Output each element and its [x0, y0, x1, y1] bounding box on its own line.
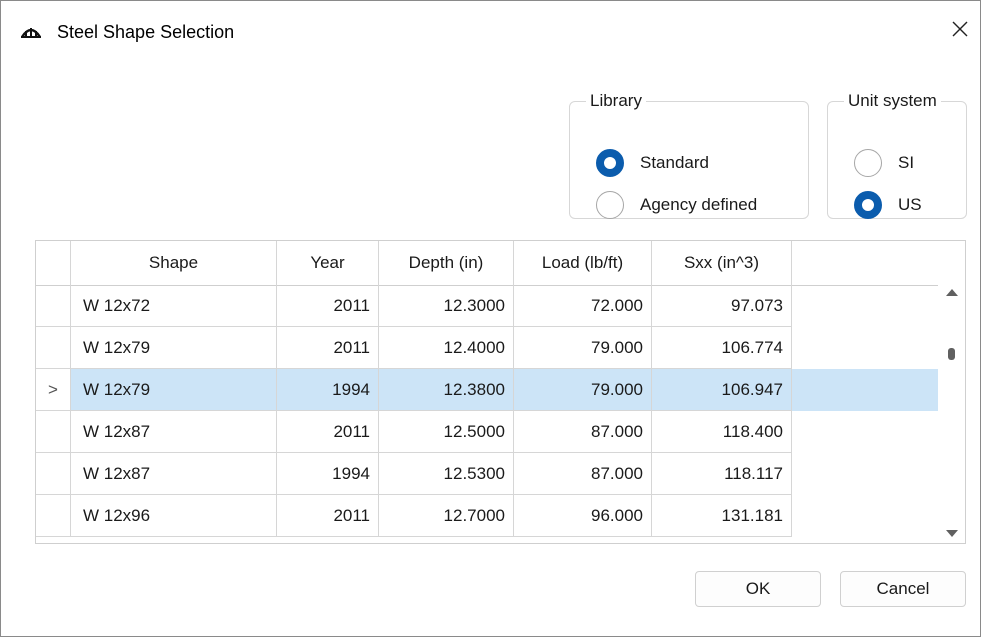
unit-si-option[interactable]: SI [854, 149, 914, 177]
shape-cell[interactable]: W 12x79 [71, 369, 277, 411]
load-cell[interactable]: 72.000 [514, 285, 652, 327]
row-indicator [36, 411, 71, 453]
table-header: Shape Year Depth (in) Load (lb/ft) Sxx (… [36, 241, 965, 286]
library-legend: Library [590, 91, 642, 110]
si-radio[interactable] [854, 149, 882, 177]
table-row[interactable]: W 12x79 2011 12.4000 79.000 106.774 [36, 327, 938, 369]
bridge-icon [20, 23, 42, 39]
year-cell[interactable]: 2011 [277, 495, 379, 537]
header-filler [792, 241, 965, 285]
year-cell[interactable]: 2011 [277, 285, 379, 327]
load-cell[interactable]: 87.000 [514, 411, 652, 453]
scroll-down-arrow-icon[interactable] [946, 530, 958, 537]
row-indicator [36, 327, 71, 369]
scroll-thumb[interactable] [948, 348, 955, 360]
row-filler [792, 411, 938, 453]
table-row[interactable]: W 12x96 2011 12.7000 96.000 131.181 [36, 495, 938, 537]
shape-cell[interactable]: W 12x96 [71, 495, 277, 537]
standard-radio[interactable] [596, 149, 624, 177]
row-filler [792, 453, 938, 495]
us-radio[interactable] [854, 191, 882, 219]
shape-cell[interactable]: W 12x72 [71, 285, 277, 327]
year-cell[interactable]: 1994 [277, 369, 379, 411]
si-label: SI [898, 153, 915, 172]
column-header-sxx[interactable]: Sxx (in^3) [652, 241, 792, 285]
unit-system-legend: Unit system [848, 91, 937, 110]
load-cell[interactable]: 79.000 [514, 369, 652, 411]
vertical-scrollbar[interactable] [938, 285, 965, 543]
cancel-button[interactable]: Cancel [840, 571, 966, 607]
table-row[interactable]: W 12x72 2011 12.3000 72.000 97.073 [36, 285, 938, 327]
load-cell[interactable]: 96.000 [514, 495, 652, 537]
table-row[interactable]: W 12x87 2011 12.5000 87.000 118.400 [36, 411, 938, 453]
steel-shape-selection-dialog: Steel Shape Selection Library Standard A… [0, 0, 981, 637]
row-filler [792, 369, 938, 411]
shape-cell[interactable]: W 12x87 [71, 453, 277, 495]
row-indicator [36, 285, 71, 327]
sxx-cell[interactable]: 118.117 [652, 453, 792, 495]
depth-cell[interactable]: 12.3000 [379, 285, 514, 327]
row-indicator [36, 453, 71, 495]
load-cell[interactable]: 79.000 [514, 327, 652, 369]
column-header-load[interactable]: Load (lb/ft) [514, 241, 652, 285]
sxx-cell[interactable]: 106.947 [652, 369, 792, 411]
library-agency-option[interactable]: Agency defined [596, 191, 757, 219]
sxx-cell[interactable]: 106.774 [652, 327, 792, 369]
close-icon [952, 21, 968, 42]
unit-system-group: Unit system SI US [827, 91, 967, 219]
row-filler [792, 285, 938, 327]
table-row-selected[interactable]: > W 12x79 1994 12.3800 79.000 106.947 [36, 369, 938, 411]
depth-cell[interactable]: 12.5300 [379, 453, 514, 495]
column-header-depth[interactable]: Depth (in) [379, 241, 514, 285]
shape-cell[interactable]: W 12x87 [71, 411, 277, 453]
standard-label: Standard [640, 153, 709, 172]
scroll-up-arrow-icon[interactable] [946, 289, 958, 296]
ok-button[interactable]: OK [695, 571, 821, 607]
depth-cell[interactable]: 12.4000 [379, 327, 514, 369]
agency-defined-label: Agency defined [640, 195, 758, 214]
load-cell[interactable]: 87.000 [514, 453, 652, 495]
column-header-shape[interactable]: Shape [71, 241, 277, 285]
shape-cell[interactable]: W 12x79 [71, 327, 277, 369]
year-cell[interactable]: 2011 [277, 411, 379, 453]
row-filler [792, 495, 938, 537]
depth-cell[interactable]: 12.7000 [379, 495, 514, 537]
library-group: Library Standard Agency defined [569, 91, 809, 219]
shape-table: Shape Year Depth (in) Load (lb/ft) Sxx (… [35, 240, 966, 544]
depth-cell[interactable]: 12.5000 [379, 411, 514, 453]
agency-defined-radio[interactable] [596, 191, 624, 219]
sxx-cell[interactable]: 97.073 [652, 285, 792, 327]
depth-cell[interactable]: 12.3800 [379, 369, 514, 411]
row-filler [792, 327, 938, 369]
sxx-cell[interactable]: 131.181 [652, 495, 792, 537]
sxx-cell[interactable]: 118.400 [652, 411, 792, 453]
dialog-title: Steel Shape Selection [57, 22, 235, 42]
close-button[interactable] [940, 11, 980, 51]
us-label: US [898, 195, 922, 214]
row-header-corner [36, 241, 71, 285]
title-bar: Steel Shape Selection [1, 1, 980, 63]
row-indicator [36, 495, 71, 537]
current-row-indicator: > [36, 369, 71, 411]
library-standard-option[interactable]: Standard [596, 149, 709, 177]
unit-us-option[interactable]: US [854, 191, 922, 219]
year-cell[interactable]: 1994 [277, 453, 379, 495]
year-cell[interactable]: 2011 [277, 327, 379, 369]
table-row[interactable]: W 12x87 1994 12.5300 87.000 118.117 [36, 453, 938, 495]
column-header-year[interactable]: Year [277, 241, 379, 285]
